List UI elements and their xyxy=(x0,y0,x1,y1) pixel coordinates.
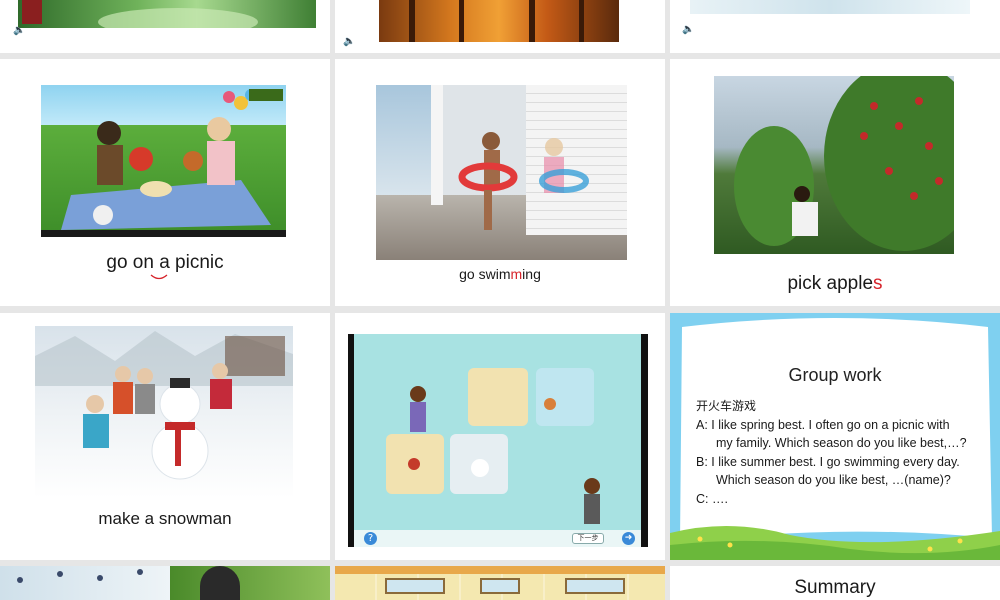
slide-thumbnail-autumn[interactable]: 🔈 xyxy=(335,0,665,53)
caption-highlight: s xyxy=(873,273,883,294)
slide-thumbnail-ski[interactable] xyxy=(0,566,330,600)
caption-text: make a snowman xyxy=(98,509,232,528)
dialogue-line: C: …. xyxy=(696,491,728,506)
slide-thumbnail-snowman[interactable]: make a snowman xyxy=(0,313,330,560)
liaison-arc xyxy=(150,274,168,280)
dialogue-line: B: I like summer best. I go swimming eve… xyxy=(696,454,960,469)
roof-stripe xyxy=(335,566,665,574)
slide-sorter: { "slides": { "picnic": { "caption": "go… xyxy=(0,0,1000,600)
ski-photo xyxy=(0,566,170,600)
window xyxy=(385,578,445,594)
group-work-title: Group work xyxy=(788,365,882,385)
interactive-game-frame: ? 下一步 ➜ xyxy=(348,334,648,547)
game-subtitle: 开火车游戏 xyxy=(696,399,757,413)
speaker-icon[interactable]: 🔈 xyxy=(343,36,355,47)
park-photo xyxy=(170,566,330,600)
caption-text: go on a picnic xyxy=(106,252,224,273)
swimming-kids-photo xyxy=(376,85,627,260)
dialogue-line: my family. Which season do you like best… xyxy=(716,436,967,450)
speaker-icon[interactable]: 🔈 xyxy=(13,25,25,36)
slide-caption: go on a picnic xyxy=(0,252,330,274)
dialogue-line: A: I like spring best. I often go on a p… xyxy=(696,417,950,432)
winter-photo xyxy=(690,0,970,14)
slide-thumbnail-house[interactable] xyxy=(335,566,665,600)
caption-text-end: ing xyxy=(522,266,541,282)
apple-picking-photo xyxy=(714,76,954,254)
caption-text: pick apple xyxy=(787,273,874,294)
window xyxy=(480,578,520,594)
caption-highlight: m xyxy=(510,266,523,282)
slide-thumbnail-game[interactable]: ? 下一步 ➜ xyxy=(335,313,665,560)
slide-thumbnail-lotus[interactable]: 🔈 xyxy=(0,0,330,53)
help-icon[interactable]: ? xyxy=(364,532,377,545)
snowman-family-photo xyxy=(35,326,293,498)
autumn-forest-photo xyxy=(379,0,619,42)
window xyxy=(565,578,625,594)
summary-title: Summary xyxy=(794,577,876,598)
slide-thumbnail-summary[interactable]: Summary xyxy=(670,566,1000,600)
slide-caption: go swimming xyxy=(335,266,665,282)
slide-thumbnail-winter[interactable]: 🔈 xyxy=(670,0,1000,53)
slide-thumbnail-apples[interactable]: pick apples xyxy=(670,59,1000,306)
slide-thumbnail-group-work[interactable]: Group work 开火车游戏 A: I like spring best. … xyxy=(670,313,1000,560)
next-button[interactable]: 下一步 xyxy=(572,533,604,544)
slide-caption: pick apples xyxy=(670,273,1000,295)
dialogue-line: Which season do you like best, …(name)? xyxy=(716,473,951,487)
slide-caption: make a snowman xyxy=(0,509,330,529)
caption-text: go swim xyxy=(459,266,511,282)
lotus-photo xyxy=(18,0,316,28)
speaker-icon[interactable]: 🔈 xyxy=(682,24,694,35)
slide-thumbnail-swimming[interactable]: go swimming xyxy=(335,59,665,306)
arrow-right-icon[interactable]: ➜ xyxy=(622,532,635,545)
picnic-cartoon-image xyxy=(41,85,286,237)
slide-thumbnail-picnic[interactable]: go on a picnic xyxy=(0,59,330,306)
group-work-body: 开火车游戏 A: I like spring best. I often go … xyxy=(696,397,967,508)
